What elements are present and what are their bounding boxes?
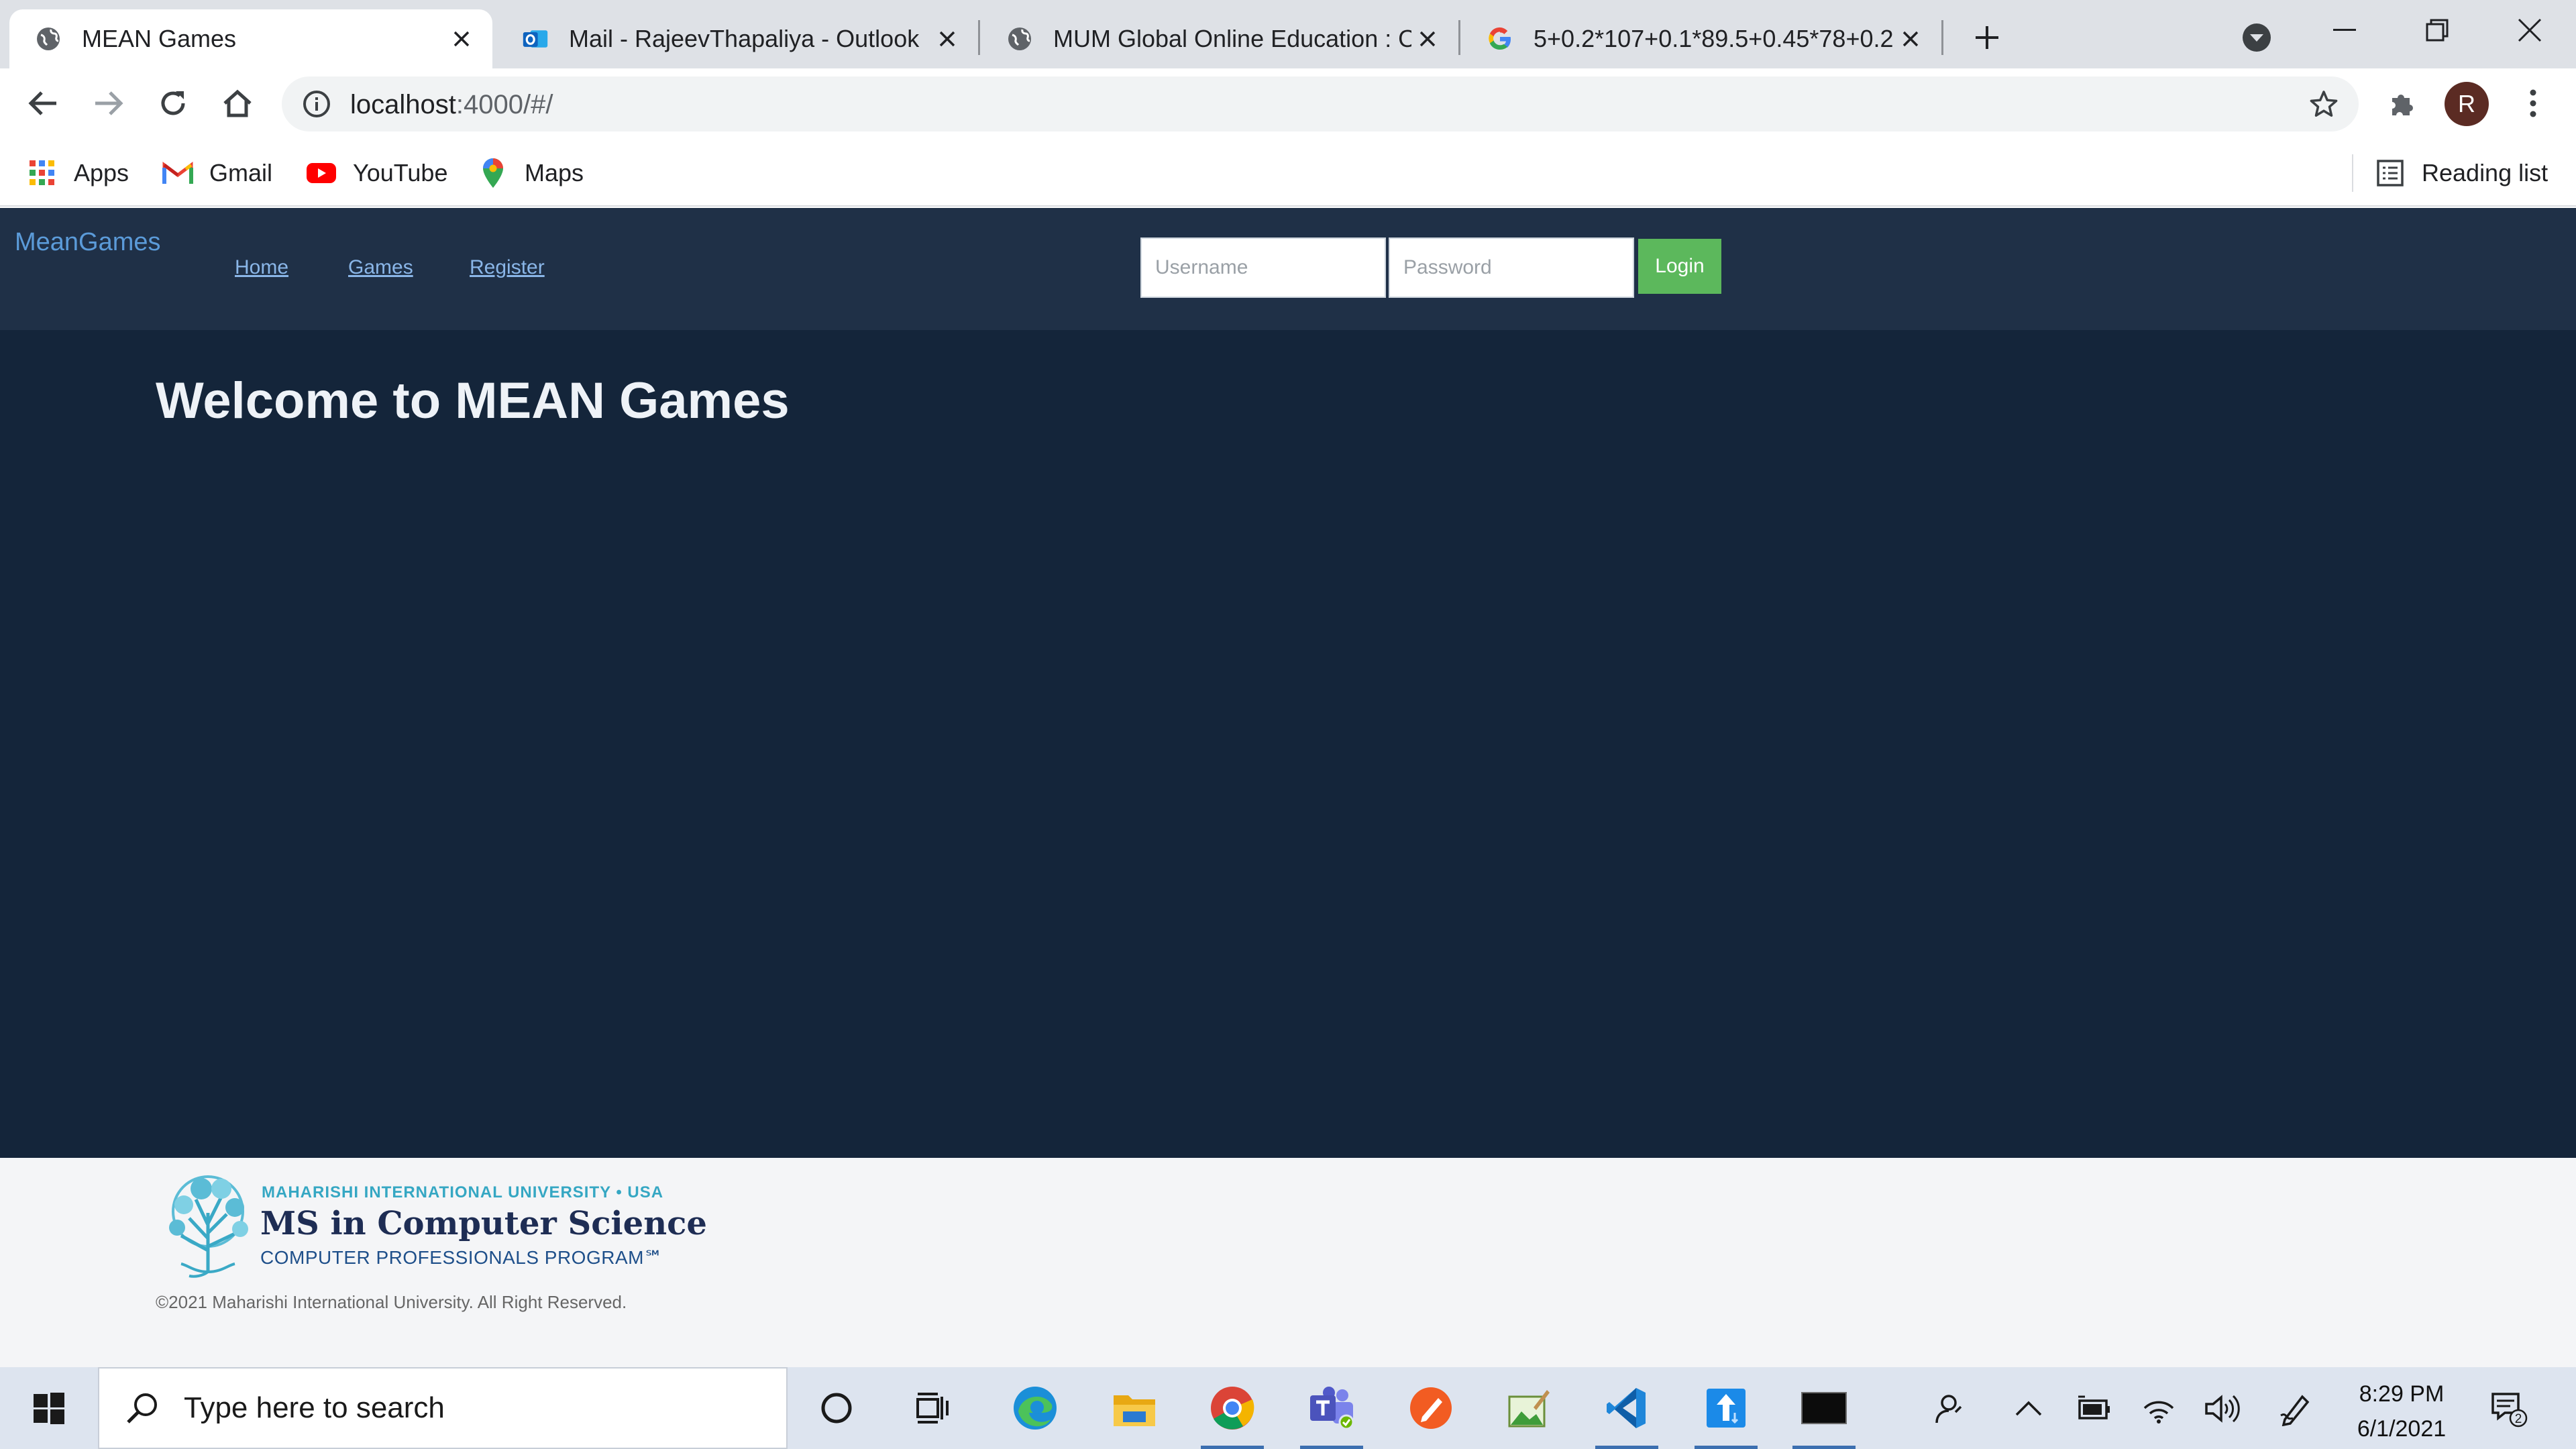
web-page: MeanGames Home Games Register Login Welc…	[0, 208, 2576, 1158]
bookmark-label: Gmail	[209, 159, 273, 186]
login-button[interactable]: Login	[1638, 239, 1721, 294]
tab-title: MEAN Games	[82, 25, 237, 52]
youtube-icon	[306, 158, 337, 189]
browser-tab-strip: MEAN Games Mail - RajeevThapaliya - Outl…	[0, 0, 2576, 68]
maps-icon	[478, 158, 508, 189]
taskbar-search-box[interactable]: Type here to search	[98, 1367, 788, 1449]
apps-grid-icon	[27, 158, 58, 189]
home-icon[interactable]	[216, 82, 259, 125]
notification-count: 2	[2515, 1412, 2522, 1426]
site-footer: MAHARISHI INTERNATIONAL UNIVERSITY • USA…	[0, 1158, 2576, 1367]
close-tab-icon[interactable]	[931, 23, 963, 55]
bookmark-maps[interactable]: Maps	[478, 153, 584, 193]
bookmarks-bar: Apps Gmail YouTube Maps Reading list	[0, 140, 2576, 207]
bookmark-youtube[interactable]: YouTube	[306, 153, 447, 193]
battery-icon[interactable]	[2073, 1387, 2116, 1430]
forward-icon[interactable]	[87, 82, 130, 125]
bookmark-label: Apps	[74, 159, 129, 186]
page-title: Welcome to MEAN Games	[156, 372, 790, 429]
restore-icon[interactable]	[2391, 0, 2483, 60]
task-view-icon[interactable]	[902, 1377, 965, 1440]
wifi-icon[interactable]	[2137, 1387, 2180, 1430]
search-icon	[122, 1388, 162, 1428]
globe-icon	[1006, 25, 1033, 52]
copyright-text: ©2021 Maharishi International University…	[156, 1292, 627, 1312]
windows-start-icon[interactable]	[17, 1377, 80, 1440]
username-input[interactable]	[1140, 237, 1386, 298]
clock-date: 6/1/2021	[2357, 1416, 2447, 1442]
password-input[interactable]	[1389, 237, 1634, 298]
reading-list-icon	[2375, 158, 2406, 189]
nav-link-home[interactable]: Home	[235, 256, 288, 279]
notification-center-icon[interactable]: 2	[2487, 1387, 2530, 1430]
site-info-icon[interactable]	[301, 88, 333, 120]
pen-app-icon[interactable]	[1399, 1377, 1462, 1440]
nav-link-games[interactable]: Games	[348, 256, 413, 279]
tab-google-search[interactable]: 5+0.2*107+0.1*89.5+0.45*78+0.2	[1461, 9, 1941, 68]
tab-separator	[1458, 20, 1460, 55]
outlook-icon	[522, 25, 549, 52]
vscode-icon[interactable]	[1595, 1377, 1658, 1449]
url-host: localhost	[350, 90, 456, 119]
close-tab-icon[interactable]	[445, 23, 478, 55]
tab-separator	[1941, 20, 1943, 55]
globe-icon	[35, 25, 62, 52]
taskbar-clock[interactable]: 8:29 PM 6/1/2021	[2328, 1377, 2475, 1446]
search-placeholder: Type here to search	[184, 1391, 445, 1424]
gmail-icon	[162, 158, 193, 189]
bookmark-label: YouTube	[353, 159, 448, 186]
reading-list-label: Reading list	[2422, 159, 2548, 186]
file-explorer-icon[interactable]	[1103, 1377, 1166, 1440]
windows-taskbar: Type here to search 8:29 PM 6/1/2021 2	[0, 1367, 2576, 1449]
google-icon	[1487, 25, 1513, 52]
logo-program-title: MS in Computer Science	[260, 1205, 707, 1242]
logo-university-name: MAHARISHI INTERNATIONAL UNIVERSITY • USA	[262, 1183, 664, 1201]
reading-list-button[interactable]: Reading list	[2375, 153, 2548, 193]
pen-workspace-icon[interactable]	[2274, 1387, 2317, 1430]
tab-outlook-mail[interactable]: Mail - RajeevThapaliya - Outlook	[496, 9, 978, 68]
window-close-icon[interactable]	[2483, 0, 2576, 60]
chrome-menu-icon[interactable]	[2512, 82, 2555, 125]
tab-separator	[978, 20, 980, 55]
address-bar[interactable]: localhost:4000/#/	[282, 76, 2359, 131]
tab-search-icon[interactable]	[2238, 19, 2275, 56]
back-icon[interactable]	[21, 82, 64, 125]
profile-avatar[interactable]: R	[2445, 82, 2489, 126]
filezilla-icon[interactable]	[1695, 1377, 1758, 1449]
bookmark-apps[interactable]: Apps	[27, 153, 129, 193]
bookmark-gmail[interactable]: Gmail	[162, 153, 272, 193]
chrome-taskbar-icon[interactable]	[1201, 1377, 1264, 1449]
url-path: :4000/#/	[455, 90, 553, 119]
tab-mum-online-education[interactable]: MUM Global Online Education : O	[981, 9, 1458, 68]
university-tree-logo	[169, 1175, 248, 1278]
tab-title: MUM Global Online Education : O	[1053, 25, 1411, 52]
bookmark-star-icon[interactable]	[2306, 87, 2341, 121]
volume-icon[interactable]	[2200, 1387, 2243, 1430]
people-icon[interactable]	[1927, 1387, 1970, 1430]
browser-toolbar: localhost:4000/#/ R	[0, 68, 2576, 140]
minimize-icon[interactable]	[2298, 0, 2391, 60]
show-hidden-icons-chevron-icon[interactable]	[2007, 1387, 2050, 1430]
teams-icon[interactable]	[1300, 1377, 1363, 1449]
terminal-icon[interactable]	[1792, 1377, 1856, 1449]
site-navbar: MeanGames Home Games Register Login	[0, 208, 2576, 330]
tab-title: 5+0.2*107+0.1*89.5+0.45*78+0.2	[1534, 25, 1894, 52]
bookmarks-separator	[2352, 154, 2353, 192]
nav-link-register[interactable]: Register	[470, 256, 545, 279]
reload-icon[interactable]	[152, 82, 195, 125]
clock-time: 8:29 PM	[2359, 1381, 2445, 1407]
tab-title: Mail - RajeevThapaliya - Outlook	[569, 25, 920, 52]
close-tab-icon[interactable]	[1894, 23, 1927, 55]
extensions-icon[interactable]	[2380, 82, 2423, 125]
new-tab-icon[interactable]	[1966, 16, 2008, 59]
site-brand-link[interactable]: MeanGames	[15, 228, 161, 257]
logo-program-subtitle: COMPUTER PROFESSIONALS PROGRAM℠	[260, 1247, 664, 1268]
tab-mean-games[interactable]: MEAN Games	[9, 9, 492, 68]
paint-app-icon[interactable]	[1497, 1377, 1560, 1440]
cortana-icon[interactable]	[805, 1377, 868, 1440]
edge-browser-icon[interactable]	[1004, 1377, 1067, 1440]
bookmark-label: Maps	[525, 159, 584, 186]
url-text: localhost:4000/#/	[350, 90, 553, 120]
close-tab-icon[interactable]	[1411, 23, 1444, 55]
